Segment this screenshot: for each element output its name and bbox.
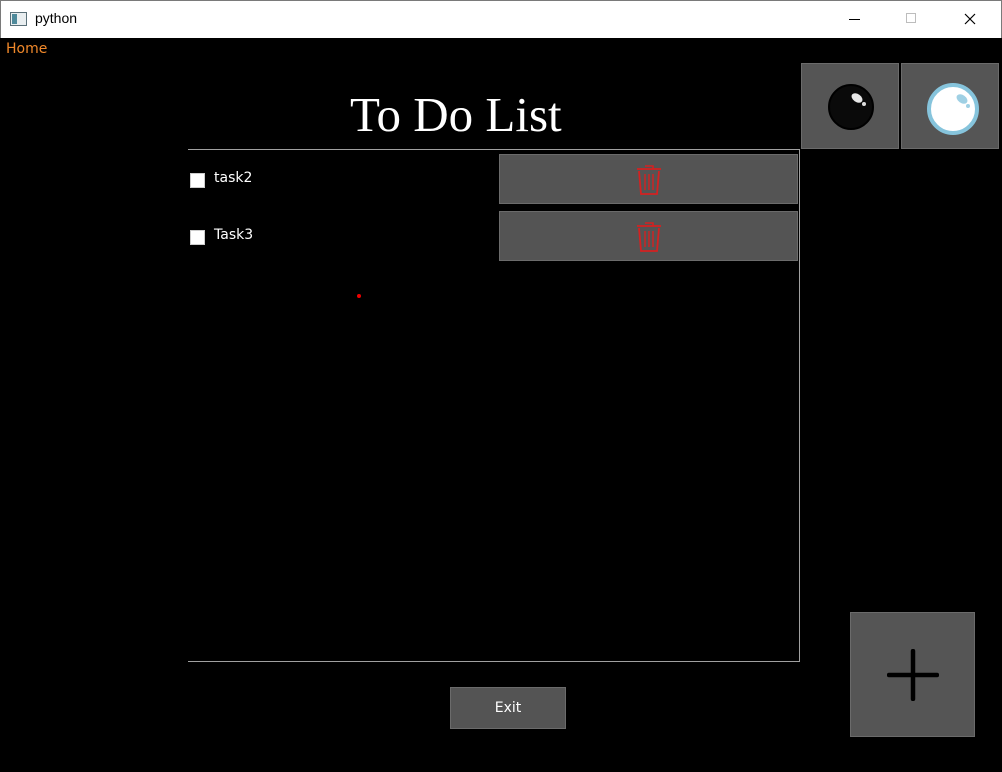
plus-icon (887, 649, 939, 701)
task-row: Task3 (188, 207, 799, 261)
task-checkbox[interactable] (190, 173, 205, 188)
trash-icon (637, 165, 661, 195)
dark-theme-orb-icon (828, 84, 874, 130)
dark-theme-button[interactable] (801, 63, 899, 149)
close-icon (964, 13, 976, 25)
trash-icon (637, 222, 661, 252)
window-title: python (35, 10, 78, 26)
light-theme-orb-icon (927, 83, 979, 135)
cursor-dot (357, 294, 361, 298)
delete-task-button[interactable] (499, 211, 798, 261)
window-titlebar: python (0, 0, 1002, 38)
task-label: Task3 (214, 227, 254, 243)
maximize-button[interactable] (888, 1, 934, 38)
minimize-button[interactable] (831, 1, 877, 38)
close-button[interactable] (947, 1, 993, 38)
app-icon (10, 12, 27, 26)
task-checkbox[interactable] (190, 230, 205, 245)
home-link[interactable]: Home (6, 41, 47, 57)
page-title: To Do List (350, 87, 562, 142)
light-theme-button[interactable] (901, 63, 999, 149)
delete-task-button[interactable] (499, 154, 798, 204)
add-task-button[interactable] (850, 612, 975, 737)
task-row: task2 (188, 150, 799, 204)
task-label: task2 (214, 170, 253, 186)
task-list-panel: task2 Task3 (188, 149, 800, 662)
exit-button[interactable]: Exit (450, 687, 566, 729)
